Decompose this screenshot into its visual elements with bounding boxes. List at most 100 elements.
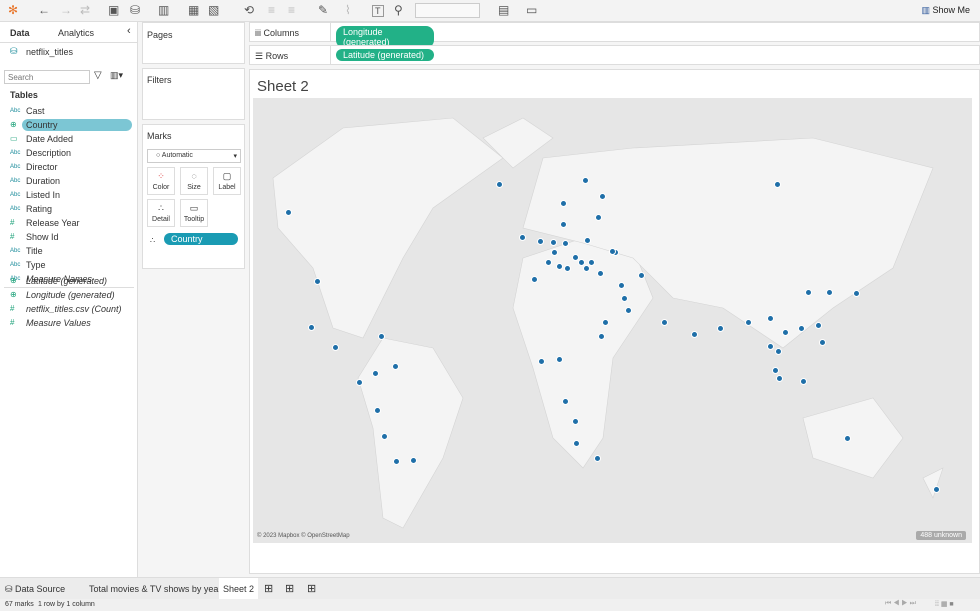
sheet-tab-active[interactable]: Sheet 2 [219, 578, 259, 599]
country-mark[interactable] [804, 288, 812, 296]
forward-icon[interactable]: → [60, 3, 72, 17]
view-options-icon[interactable]: ▥▾ [110, 70, 123, 81]
field-date-added[interactable]: ▭ Date Added [10, 132, 73, 145]
new-story-icon[interactable]: ⊞ [307, 582, 316, 595]
country-mark[interactable] [814, 321, 822, 329]
color-button[interactable]: ⁘ Color [147, 167, 175, 195]
detail-button[interactable]: ∴ Detail [147, 199, 175, 227]
search-input[interactable] [4, 70, 90, 84]
country-mark[interactable] [563, 264, 571, 272]
country-mark[interactable] [537, 357, 545, 365]
field-listed-in[interactable]: Abc Listed In [10, 188, 60, 201]
country-mark[interactable] [581, 176, 589, 184]
country-mark[interactable] [495, 180, 503, 188]
swap-icon[interactable]: ⟲ [244, 3, 254, 17]
country-mark[interactable] [818, 338, 826, 346]
show-me-button[interactable]: ▥ Show Me [921, 5, 970, 16]
fit-dropdown[interactable] [415, 3, 480, 18]
columns-shelf[interactable]: iii Columns Longitude (generated) [249, 22, 980, 48]
group-icon[interactable]: ⌇ [345, 3, 351, 17]
country-mark[interactable] [593, 454, 601, 462]
country-mark[interactable] [561, 397, 569, 405]
country-mark[interactable] [544, 258, 552, 266]
tab-analytics[interactable]: Analytics [58, 28, 94, 38]
country-mark[interactable] [825, 288, 833, 296]
country-mark[interactable] [843, 434, 851, 442]
unknown-badge[interactable]: 488 unknown [916, 531, 966, 540]
country-mark[interactable] [598, 192, 606, 200]
filter-icon[interactable]: ▽ [94, 70, 102, 81]
duplicate-icon[interactable]: ▦ [188, 3, 199, 17]
country-mark[interactable] [571, 253, 579, 261]
country-mark[interactable] [637, 271, 645, 279]
country-mark[interactable] [617, 281, 625, 289]
country-mark[interactable] [518, 233, 526, 241]
country-mark[interactable] [690, 330, 698, 338]
data-source-tab[interactable]: ⛁ Data Source [5, 584, 65, 595]
country-mark[interactable] [550, 248, 558, 256]
country-mark[interactable] [307, 323, 315, 331]
latitude-pill[interactable]: Latitude (generated) [336, 49, 434, 61]
country-mark[interactable] [392, 457, 400, 465]
country-mark[interactable] [530, 275, 538, 283]
country-mark[interactable] [373, 406, 381, 414]
field-measure-values[interactable]: # Measure Values [10, 316, 91, 329]
redo-icon[interactable]: ⇄ [80, 3, 90, 17]
country-mark[interactable] [781, 328, 789, 336]
new-worksheet-icon[interactable]: ▥ [158, 3, 169, 17]
country-mark[interactable] [771, 366, 779, 374]
clear-sheet-icon[interactable]: ▧ [208, 3, 219, 17]
country-mark[interactable] [799, 377, 807, 385]
country-mark[interactable] [371, 369, 379, 377]
field-release-year[interactable]: # Release Year [10, 216, 80, 229]
new-datasource-icon[interactable]: ⛁ [130, 3, 140, 17]
country-mark[interactable] [594, 213, 602, 221]
rows-shelf[interactable]: ☰ Rows Latitude (generated) [249, 45, 980, 65]
country-mark[interactable] [582, 264, 590, 272]
datasource-name[interactable]: netflix_titles [26, 47, 73, 57]
sort-desc-icon[interactable]: ≡ [288, 3, 295, 17]
country-mark[interactable] [536, 237, 544, 245]
show-cards-icon[interactable]: ▤ [498, 3, 509, 17]
country-mark[interactable] [409, 456, 417, 464]
country-mark[interactable] [587, 258, 595, 266]
country-mark[interactable] [608, 247, 616, 255]
country-mark[interactable] [774, 347, 782, 355]
back-icon[interactable]: ← [38, 3, 50, 17]
view-mode-icons[interactable]: ⁞⁞ ▦ ■ [935, 600, 954, 608]
country-mark[interactable] [284, 208, 292, 216]
sheet-navigation[interactable]: ⏮ ◀ ▶ ⏭ [885, 600, 916, 608]
country-mark[interactable] [549, 238, 557, 246]
country-mark[interactable] [797, 324, 805, 332]
country-mark[interactable] [716, 324, 724, 332]
save-icon[interactable]: ▣ [108, 3, 119, 17]
country-mark[interactable] [571, 417, 579, 425]
country-mark[interactable] [561, 239, 569, 247]
field-netflix-titles-csv-count-[interactable]: # netflix_titles.csv (Count) [10, 302, 122, 315]
tab-data[interactable]: Data [10, 28, 30, 38]
collapse-icon[interactable]: ‹ [127, 25, 131, 37]
tooltip-button[interactable]: ▭ Tooltip [180, 199, 208, 227]
mark-type-dropdown[interactable]: ○ Automatic ▾ [147, 149, 241, 163]
country-mark[interactable] [766, 342, 774, 350]
field-rating[interactable]: Abc Rating [10, 202, 52, 215]
country-mark[interactable] [559, 199, 567, 207]
country-mark[interactable] [555, 355, 563, 363]
field-cast[interactable]: Abc Cast [10, 104, 45, 117]
map-attribution[interactable]: © 2023 Mapbox © OpenStreetMap [257, 533, 350, 539]
sheet-title[interactable]: Sheet 2 [257, 78, 309, 95]
country-mark[interactable] [744, 318, 752, 326]
country-mark[interactable] [583, 236, 591, 244]
map[interactable]: © 2023 Mapbox © OpenStreetMap 488 unknow… [253, 98, 972, 543]
country-mark[interactable] [773, 180, 781, 188]
country-mark[interactable] [766, 314, 774, 322]
country-mark[interactable] [620, 294, 628, 302]
new-dashboard-icon[interactable]: ⊞ [285, 582, 294, 595]
country-mark[interactable] [331, 343, 339, 351]
country-mark[interactable] [355, 378, 363, 386]
highlight-icon[interactable]: ✎ [318, 3, 328, 17]
presentation-icon[interactable]: ▭ [526, 3, 537, 17]
label-icon[interactable]: T [372, 5, 384, 17]
field-duration[interactable]: Abc Duration [10, 174, 60, 187]
field-director[interactable]: Abc Director [10, 160, 58, 173]
